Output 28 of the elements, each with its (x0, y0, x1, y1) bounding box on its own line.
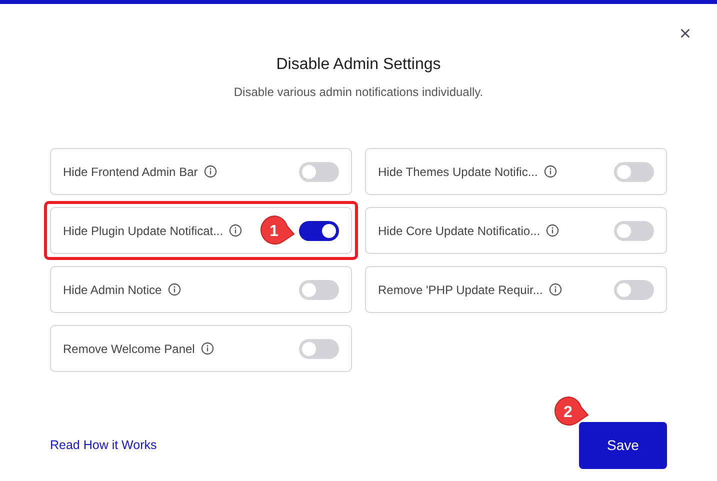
dialog-title: Disable Admin Settings (275, 55, 442, 74)
help-link[interactable]: Read How it Works (50, 436, 157, 456)
setting-label: Hide Themes Update Notific... (378, 164, 538, 181)
info-icon[interactable] (546, 224, 560, 238)
toggle-switch[interactable] (299, 280, 339, 300)
toggle-switch[interactable] (299, 162, 339, 182)
info-icon[interactable] (544, 165, 557, 178)
info-icon[interactable] (548, 283, 562, 296)
toggle-switch[interactable] (614, 220, 654, 241)
info-icon[interactable] (229, 224, 242, 238)
info-icon[interactable] (204, 165, 217, 178)
callout-marker: 2 (553, 395, 589, 428)
setting-label: Remove Welcome Panel (63, 340, 195, 358)
setting-label: Hide Admin Notice (63, 282, 162, 299)
close-button[interactable]: × (677, 24, 693, 44)
setting-label: Hide Frontend Admin Bar (63, 164, 198, 181)
dialog-subtitle: Disable various admin notifications individually. (232, 84, 484, 102)
toggle-switch[interactable] (614, 280, 654, 300)
setting-label: Hide Plugin Update Notificat... (63, 222, 224, 240)
save-button[interactable]: Save (579, 422, 667, 470)
toggle-switch[interactable] (299, 338, 339, 359)
setting-label: Remove 'PHP Update Requir... (378, 282, 543, 299)
info-icon[interactable] (200, 342, 214, 356)
toggle-switch[interactable] (299, 220, 339, 241)
callout-marker: 1 (259, 214, 295, 248)
setting-label: Hide Core Update Notificatio... (378, 222, 540, 240)
toggle-switch[interactable] (614, 162, 654, 182)
info-icon[interactable] (168, 283, 181, 296)
